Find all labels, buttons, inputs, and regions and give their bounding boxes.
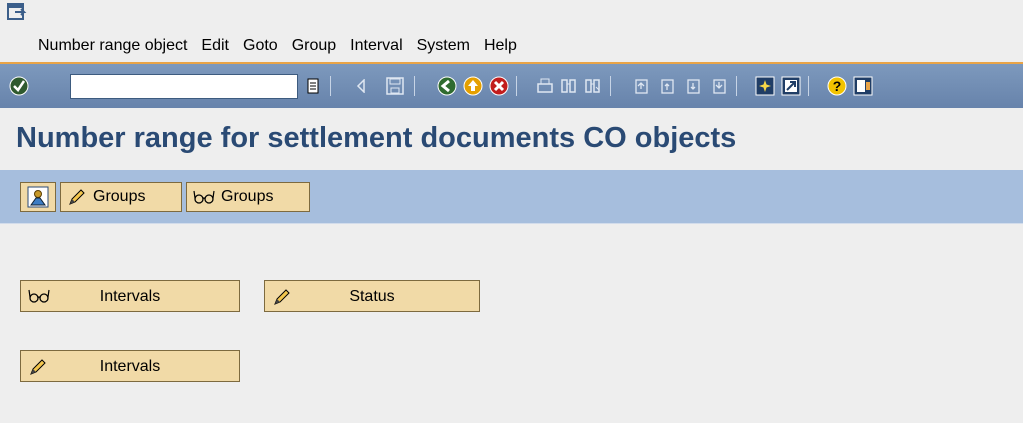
change-status-label: Status bbox=[349, 288, 395, 305]
shortcut-icon[interactable] bbox=[780, 75, 802, 97]
system-menu-icon[interactable] bbox=[7, 3, 27, 21]
page-title: Number range for settlement documents CO… bbox=[16, 122, 737, 154]
application-toolbar: Groups Groups bbox=[0, 170, 1023, 224]
command-dropdown-icon[interactable] bbox=[302, 75, 324, 97]
help-icon[interactable]: ? bbox=[826, 75, 848, 97]
toolbar-separator bbox=[516, 76, 517, 96]
menu-edit[interactable]: Edit bbox=[201, 37, 229, 55]
glasses-icon bbox=[193, 190, 215, 204]
print-icon[interactable] bbox=[534, 75, 556, 97]
first-page-icon[interactable] bbox=[630, 75, 652, 97]
new-session-icon[interactable] bbox=[754, 75, 776, 97]
enter-icon[interactable] bbox=[8, 75, 30, 97]
toolbar-separator bbox=[414, 76, 415, 96]
back-icon[interactable] bbox=[436, 75, 458, 97]
save-icon[interactable] bbox=[384, 75, 406, 97]
menu-group[interactable]: Group bbox=[292, 37, 336, 55]
previous-page-icon[interactable] bbox=[656, 75, 678, 97]
toolbar-separator bbox=[808, 76, 809, 96]
menu-interval[interactable]: Interval bbox=[350, 37, 402, 55]
svg-text:?: ? bbox=[833, 78, 842, 94]
display-groups-label: Groups bbox=[221, 188, 274, 205]
cancel-icon[interactable] bbox=[488, 75, 510, 97]
display-groups-button[interactable]: Groups bbox=[186, 182, 310, 212]
overview-icon bbox=[27, 186, 49, 208]
menu-bar: Number range object Edit Goto Group Inte… bbox=[0, 0, 1023, 62]
toolbar-separator bbox=[610, 76, 611, 96]
change-groups-label: Groups bbox=[93, 188, 146, 205]
change-intervals-button[interactable]: Intervals bbox=[20, 350, 240, 382]
change-status-button[interactable]: Status bbox=[264, 280, 480, 312]
find-icon[interactable] bbox=[558, 75, 580, 97]
next-page-icon[interactable] bbox=[682, 75, 704, 97]
layout-icon[interactable] bbox=[852, 75, 874, 97]
last-page-icon[interactable] bbox=[708, 75, 730, 97]
menu-help[interactable]: Help bbox=[484, 37, 517, 55]
menu-goto[interactable]: Goto bbox=[243, 37, 278, 55]
title-area: Number range for settlement documents CO… bbox=[0, 108, 1023, 168]
back-arrow-icon[interactable] bbox=[350, 75, 372, 97]
menu-items: Number range object Edit Goto Group Inte… bbox=[38, 37, 517, 55]
find-next-icon[interactable] bbox=[582, 75, 604, 97]
standard-toolbar: ? bbox=[0, 64, 1023, 108]
display-intervals-button[interactable]: Intervals bbox=[20, 280, 240, 312]
menu-system[interactable]: System bbox=[417, 37, 470, 55]
display-intervals-label: Intervals bbox=[99, 288, 161, 305]
overview-button[interactable] bbox=[20, 182, 56, 212]
pencil-icon bbox=[69, 189, 85, 205]
toolbar-separator bbox=[736, 76, 737, 96]
change-intervals-label: Intervals bbox=[99, 358, 161, 375]
toolbar-separator bbox=[330, 76, 331, 96]
exit-icon[interactable] bbox=[462, 75, 484, 97]
menu-number-range-object[interactable]: Number range object bbox=[38, 37, 187, 55]
change-groups-button[interactable]: Groups bbox=[60, 182, 182, 212]
command-field[interactable] bbox=[70, 74, 298, 99]
